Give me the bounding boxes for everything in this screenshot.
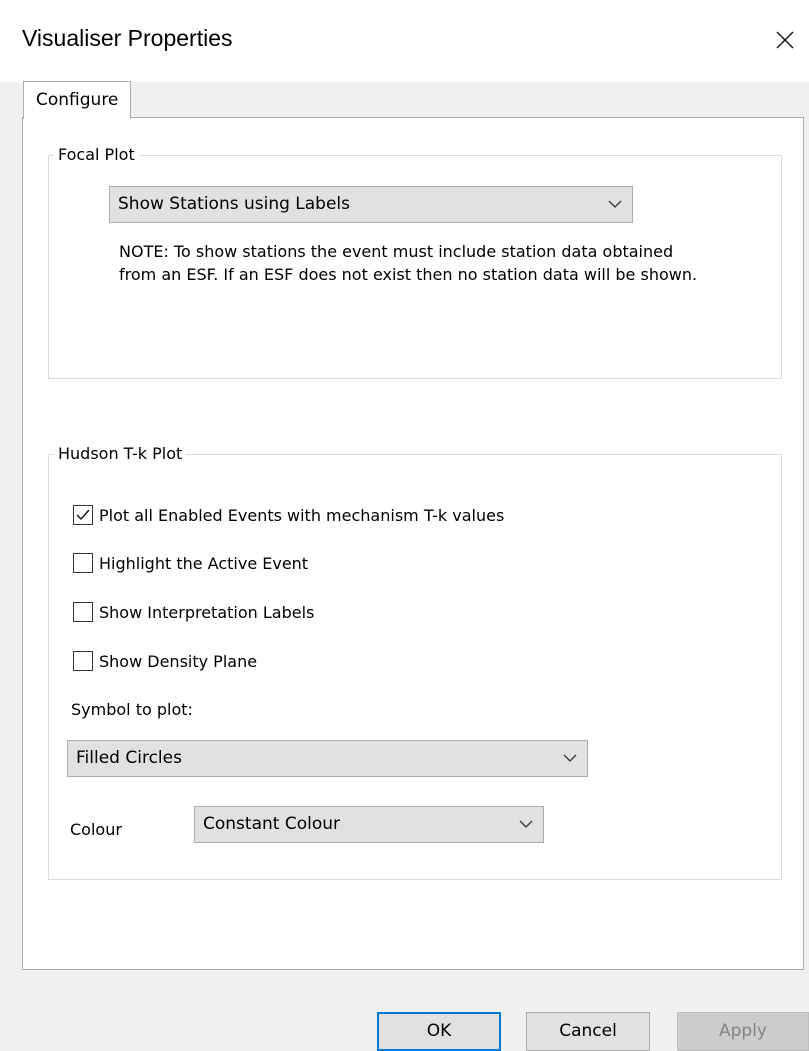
checkbox-label: Highlight the Active Event [99, 553, 309, 573]
checkbox-label: Show Density Plane [99, 651, 258, 671]
checkbox-show-density-plane[interactable]: Show Density Plane [73, 649, 257, 673]
checkbox-show-interpretation-labels[interactable]: Show Interpretation Labels [73, 600, 314, 624]
colour-select[interactable]: Constant Colour [194, 806, 544, 843]
colour-value: Constant Colour [203, 814, 340, 834]
checkbox-box[interactable] [73, 651, 93, 671]
colour-label: Colour [70, 820, 122, 839]
checkbox-box[interactable] [73, 553, 93, 573]
hudson-plot-group-label: Hudson T-k Plot [54, 444, 187, 463]
checkbox-box[interactable] [73, 602, 93, 622]
chevron-down-icon [608, 187, 622, 222]
title-bar: Visualiser Properties [0, 0, 809, 82]
symbol-to-plot-label: Symbol to plot: [71, 700, 193, 719]
station-data-note: NOTE: To show stations the event must in… [119, 242, 698, 284]
focal-plot-display-value: Show Stations using Labels [118, 194, 351, 214]
apply-button[interactable]: Apply [677, 1012, 809, 1051]
visualiser-properties-dialog: Visualiser Properties Configure Focal Pl… [0, 0, 809, 1051]
dialog-title: Visualiser Properties [22, 25, 233, 51]
symbol-select[interactable]: Filled Circles [67, 740, 588, 777]
close-icon [776, 31, 794, 49]
close-button[interactable] [761, 18, 809, 62]
focal-plot-display-select[interactable]: Show Stations using Labels [109, 186, 633, 223]
symbol-value: Filled Circles [76, 748, 182, 768]
checkbox-highlight-active-event[interactable]: Highlight the Active Event [73, 551, 308, 575]
checkbox-plot-all-enabled-events[interactable]: Plot all Enabled Events with mechanism T… [73, 503, 504, 527]
checkbox-label: Show Interpretation Labels [99, 602, 315, 622]
checkbox-box[interactable] [73, 505, 93, 525]
checkbox-label: Plot all Enabled Events with mechanism T… [99, 505, 505, 525]
focal-plot-group-label: Focal Plot [54, 145, 139, 164]
ok-button[interactable]: OK [377, 1012, 501, 1051]
cancel-button[interactable]: Cancel [526, 1012, 650, 1051]
chevron-down-icon [563, 741, 577, 776]
configure-panel: Focal Plot Show Stations using Labels NO… [22, 117, 804, 970]
tab-configure[interactable]: Configure [23, 81, 131, 119]
chevron-down-icon [519, 807, 533, 842]
checkmark-icon [76, 509, 90, 521]
